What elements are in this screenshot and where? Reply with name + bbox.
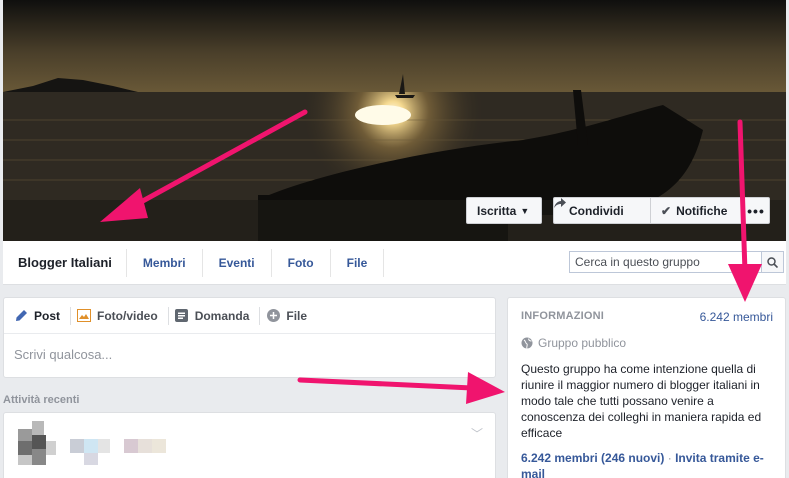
tab-file-label: File bbox=[286, 308, 308, 323]
recent-activity-label: Attività recenti bbox=[3, 394, 80, 406]
group-name[interactable]: Blogger Italiani bbox=[3, 248, 127, 277]
tab-photos[interactable]: Foto bbox=[272, 248, 331, 277]
composer-input[interactable]: Scrivi qualcosa... bbox=[4, 334, 495, 375]
joined-button[interactable]: Iscritta ▼ bbox=[466, 197, 542, 224]
tab-files[interactable]: File bbox=[331, 248, 385, 277]
photo-icon bbox=[77, 309, 92, 323]
check-icon: ✔ bbox=[661, 203, 672, 218]
recent-activity-card: ﹀ bbox=[3, 412, 496, 478]
group-search-input[interactable] bbox=[570, 252, 761, 272]
notifications-button[interactable]: ✔ Notifiche bbox=[651, 197, 742, 224]
blurred-avatar-placeholder bbox=[18, 421, 166, 465]
info-footer: 6.242 membri (246 nuovi) · Invita tramit… bbox=[521, 450, 773, 478]
chevron-down-icon[interactable]: ﹀ bbox=[471, 425, 483, 442]
tab-post[interactable]: Post bbox=[14, 306, 72, 325]
tab-question[interactable]: Domanda bbox=[175, 306, 261, 325]
tab-file[interactable]: File bbox=[266, 307, 315, 325]
composer-tabs: Post Foto/video Domanda File bbox=[4, 298, 495, 334]
tab-photo-video[interactable]: Foto/video bbox=[77, 306, 169, 325]
caret-down-icon: ▼ bbox=[520, 205, 530, 216]
tab-post-label: Post bbox=[34, 308, 61, 323]
group-search bbox=[569, 251, 784, 273]
share-label: Condividi bbox=[569, 203, 624, 218]
group-type: Gruppo pubblico bbox=[521, 336, 773, 350]
notifications-label: Notifiche bbox=[676, 203, 728, 218]
more-dots-icon: ••• bbox=[747, 202, 765, 219]
group-description: Questo gruppo ha come intenzione quella … bbox=[521, 362, 762, 440]
file-add-icon bbox=[266, 309, 280, 323]
post-composer: Post Foto/video Domanda File Scrivi qual… bbox=[3, 297, 496, 378]
more-options-button[interactable]: ••• bbox=[742, 197, 770, 224]
globe-icon bbox=[521, 337, 533, 349]
group-nav-bar: Blogger Italiani Membri Eventi Foto File bbox=[3, 241, 786, 285]
share-button[interactable]: Condividi bbox=[553, 197, 651, 224]
tab-question-label: Domanda bbox=[194, 308, 250, 323]
separator-dot: · bbox=[667, 451, 672, 465]
joined-label: Iscritta bbox=[477, 203, 517, 218]
search-button[interactable] bbox=[761, 252, 783, 272]
question-list-icon bbox=[175, 309, 189, 323]
members-summary-link[interactable]: 6.242 membri (246 nuovi) bbox=[521, 451, 664, 465]
cover-photo: Iscritta ▼ Condividi ✔ Notifiche ••• bbox=[3, 0, 786, 241]
tab-photo-video-label: Foto/video bbox=[97, 308, 158, 323]
group-type-label: Gruppo pubblico bbox=[538, 336, 627, 350]
tab-events[interactable]: Eventi bbox=[203, 248, 272, 277]
search-icon bbox=[767, 256, 778, 268]
info-title: INFORMAZIONI bbox=[521, 310, 605, 322]
group-info-panel: INFORMAZIONI 6.242 membri Gruppo pubblic… bbox=[507, 297, 786, 478]
pencil-icon bbox=[14, 309, 28, 323]
tab-members[interactable]: Membri bbox=[127, 248, 203, 277]
member-count-link[interactable]: 6.242 membri bbox=[700, 310, 773, 324]
